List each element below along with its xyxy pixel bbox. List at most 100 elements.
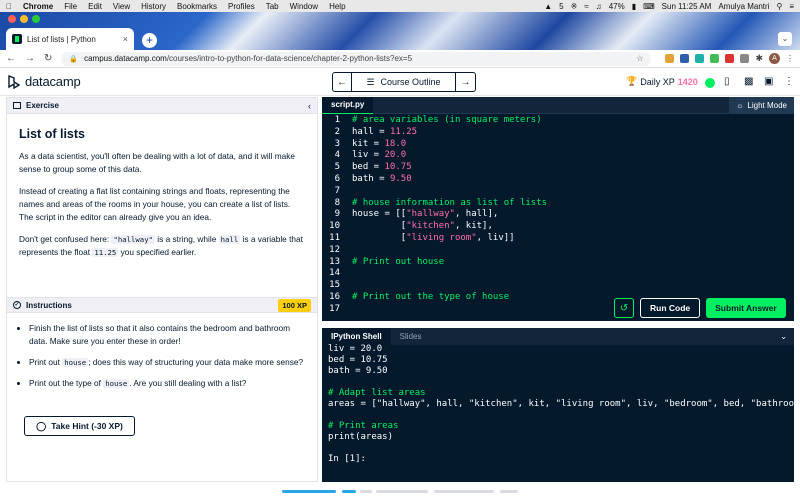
line-number: 7 xyxy=(334,185,340,196)
more-options-icon[interactable]: ⋮ xyxy=(784,76,794,87)
tab-slides[interactable]: Slides xyxy=(391,328,431,345)
bookmark-star-icon[interactable]: ☆ xyxy=(636,54,643,63)
input-source-icon[interactable]: ⌨ xyxy=(643,2,655,11)
daily-xp[interactable]: 🏆 Daily XP 1420 xyxy=(626,76,698,87)
line-text: bed = 10.75 xyxy=(352,162,412,173)
chevron-down-icon[interactable]: ⌄ xyxy=(780,332,794,341)
course-outline-button[interactable]: ☰ Course Outline xyxy=(352,72,456,92)
code-area[interactable]: 1 # area variables (in square meters) 2 hal… xyxy=(322,115,794,316)
search-icon[interactable]: ⚲ xyxy=(776,2,782,11)
menu-bookmarks[interactable]: Bookmarks xyxy=(177,2,217,11)
forward-arrow-icon[interactable]: → xyxy=(25,53,35,64)
submit-answer-button[interactable]: Submit Answer xyxy=(706,298,786,318)
extension-icon-4[interactable] xyxy=(710,54,720,63)
take-hint-button[interactable]: ◯ Take Hint (-30 XP) xyxy=(24,416,135,436)
minimize-window-button[interactable] xyxy=(20,15,28,23)
number-literal: 18.0 xyxy=(384,138,407,149)
window-controls xyxy=(8,15,40,23)
line-text: liv = 20.0 xyxy=(352,150,407,161)
extension-icon-3[interactable] xyxy=(695,54,705,63)
reset-code-button[interactable]: ↺ xyxy=(614,298,634,318)
volume-icon[interactable]: ♫ xyxy=(596,2,602,11)
datacamp-favicon-icon xyxy=(12,34,22,44)
code-line: 10 ["kitchen", kit], xyxy=(322,221,794,233)
tab-script-py[interactable]: script.py xyxy=(322,97,374,114)
shell-tabs: IPython Shell Slides ⌄ xyxy=(322,328,794,345)
bluetooth-icon[interactable]: ※ xyxy=(571,2,578,11)
line-number: 8 xyxy=(334,197,340,208)
progress-segment[interactable] xyxy=(376,490,428,493)
apple-icon[interactable]:  xyxy=(6,2,12,11)
menubar-status-area: ▲ 5 ※ ≈ ♫ 47% ▮ ⌨ Sun 11:25 AM Amulya Ma… xyxy=(544,2,794,11)
progress-segment[interactable] xyxy=(342,490,356,493)
progress-segment[interactable] xyxy=(282,490,336,493)
shell-line: # Adapt list areas xyxy=(328,388,426,398)
next-exercise-button[interactable]: → xyxy=(456,72,476,92)
progress-segment[interactable] xyxy=(500,490,518,493)
menu-profiles[interactable]: Profiles xyxy=(228,2,255,11)
tab-search-icon[interactable]: ⌄ xyxy=(778,32,792,46)
datacamp-logo[interactable]: datacamp xyxy=(8,74,81,89)
mobile-icon[interactable]: ▯ xyxy=(724,76,730,87)
status-indicator[interactable] xyxy=(705,78,715,88)
menu-file[interactable]: File xyxy=(64,2,77,11)
extension-icon-5[interactable] xyxy=(725,54,735,63)
extension-icon-2[interactable] xyxy=(680,54,690,63)
menu-window[interactable]: Window xyxy=(290,2,318,11)
line-number: 2 xyxy=(334,126,340,137)
exercise-navigation: ← ☰ Course Outline → xyxy=(332,72,476,92)
menu-history[interactable]: History xyxy=(141,2,166,11)
extensions-puzzle-icon[interactable]: ✱ xyxy=(755,53,763,64)
chrome-menu-icon[interactable]: ⋮ xyxy=(786,54,794,63)
inline-code: house xyxy=(103,379,130,388)
reload-icon[interactable]: ↻ xyxy=(44,53,52,64)
light-mode-toggle[interactable]: ☼ Light Mode xyxy=(729,97,794,114)
menu-edit[interactable]: Edit xyxy=(88,2,102,11)
extension-icon-1[interactable] xyxy=(665,54,675,63)
extension-icon-6[interactable] xyxy=(740,54,750,63)
wifi-icon[interactable]: ≈ xyxy=(584,2,588,11)
close-tab-icon[interactable]: × xyxy=(123,34,128,44)
menubar-user[interactable]: Amulya Mantri xyxy=(718,2,769,11)
close-window-button[interactable] xyxy=(8,15,16,23)
status-extension-icon[interactable]: ▲ xyxy=(544,2,552,11)
line-text: kit = 18.0 xyxy=(352,138,407,149)
line-text: # area variables (in square meters) xyxy=(352,115,542,125)
line-number: 15 xyxy=(329,280,340,291)
new-tab-button[interactable]: + xyxy=(142,33,157,48)
address-bar[interactable]: 🔒 campus.datacamp.com /courses/intro-to-… xyxy=(61,51,652,66)
string-literal: "hallway" xyxy=(406,209,455,220)
back-arrow-icon[interactable]: ← xyxy=(6,53,16,64)
exercise-label: Exercise xyxy=(26,101,59,110)
menubar-clock[interactable]: Sun 11:25 AM xyxy=(662,2,712,11)
menubar-app-name[interactable]: Chrome xyxy=(23,2,53,11)
maximize-window-button[interactable] xyxy=(32,15,40,23)
menu-tab[interactable]: Tab xyxy=(266,2,279,11)
control-center-icon[interactable]: ≡ xyxy=(789,2,794,11)
menu-view[interactable]: View xyxy=(113,2,130,11)
tab-ipython-shell[interactable]: IPython Shell xyxy=(322,328,391,345)
progress-segment[interactable] xyxy=(360,490,372,493)
run-code-button[interactable]: Run Code xyxy=(640,298,701,318)
tab-title: List of lists | Python xyxy=(27,34,96,44)
notifications-icon[interactable]: ▣ xyxy=(764,76,773,87)
menu-help[interactable]: Help xyxy=(329,2,345,11)
line-text: ["kitchen", kit], xyxy=(352,221,493,232)
lock-icon[interactable]: 🔒 xyxy=(69,55,78,63)
editor-tabs: script.py ☼ Light Mode xyxy=(322,97,794,114)
text: . Are you still dealing with a list? xyxy=(129,378,247,388)
profile-avatar[interactable]: A xyxy=(769,53,780,64)
video-icon[interactable]: ▩ xyxy=(744,76,753,87)
shell-line: bath = 9.50 xyxy=(328,366,388,376)
shell-output[interactable]: liv = 20.0 bed = 10.75 bath = 9.50 # Adapt … xyxy=(328,344,794,465)
progress-segment[interactable] xyxy=(434,490,494,493)
browser-tab-active[interactable]: List of lists | Python × xyxy=(6,28,134,50)
text: Print out the type of xyxy=(29,378,104,388)
code-line: 3 kit = 18.0 xyxy=(322,139,794,151)
battery-icon[interactable]: ▮ xyxy=(632,2,636,11)
collapse-panel-icon[interactable]: ‹ xyxy=(308,101,311,111)
number-literal: 20.0 xyxy=(384,150,407,161)
line-number: 1 xyxy=(334,115,340,125)
line-text: house = [["hallway", hall], xyxy=(352,209,499,220)
previous-exercise-button[interactable]: ← xyxy=(332,72,352,92)
